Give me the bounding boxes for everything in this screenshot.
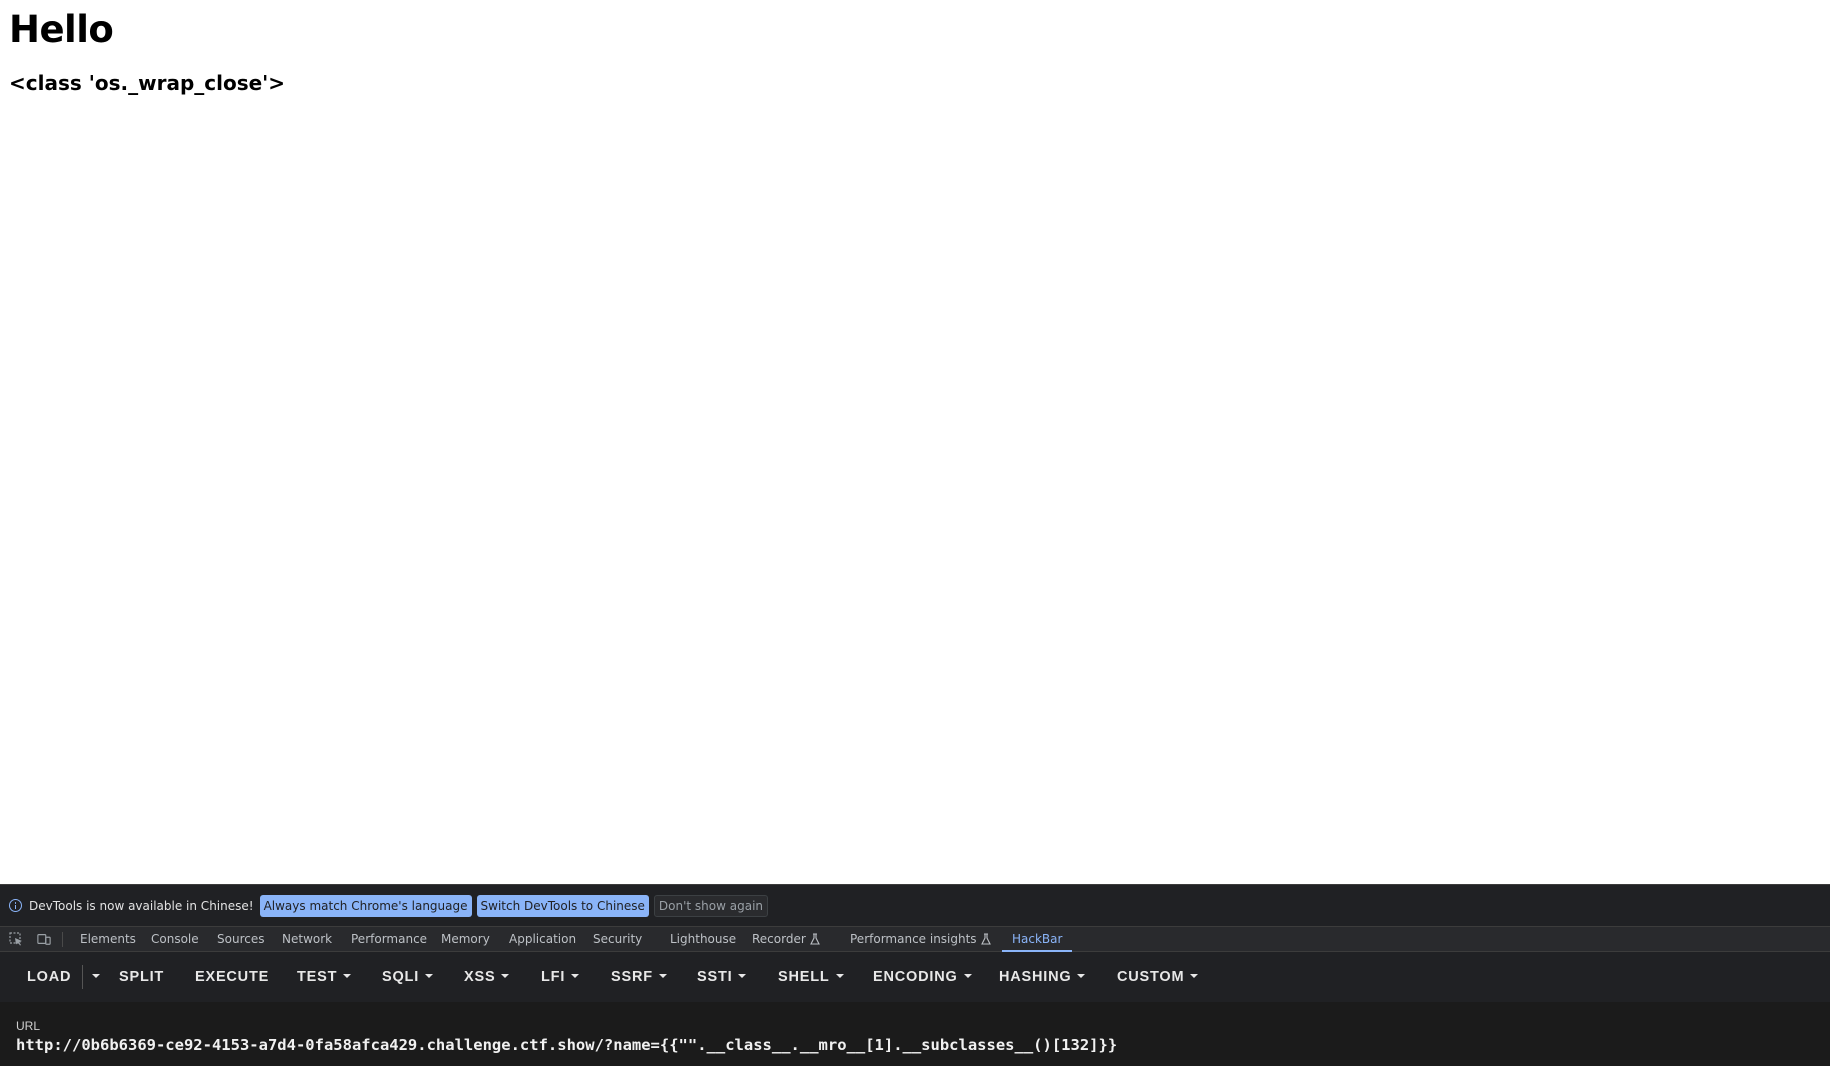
hashing-menu-button[interactable]: HASHING: [999, 952, 1086, 1002]
tab-recorder-label: Recorder: [752, 932, 806, 946]
xss-menu-button[interactable]: XSS: [464, 952, 510, 1002]
dont-show-again-button[interactable]: Don't show again: [653, 894, 769, 917]
ssrf-menu-label: SSRF: [611, 969, 653, 985]
tab-performance-insights-label: Performance insights: [850, 932, 977, 946]
shell-menu-button[interactable]: SHELL: [778, 952, 844, 1002]
chevron-down-icon: [501, 974, 510, 978]
execute-button[interactable]: EXECUTE: [195, 952, 269, 1002]
infobar-message: DevTools is now available in Chinese!: [29, 898, 254, 913]
device-toolbar-icon[interactable]: [37, 932, 51, 946]
inspect-element-icon[interactable]: [9, 932, 23, 946]
sqli-menu-button[interactable]: SQLI: [382, 952, 434, 1002]
sqli-menu-label: SQLI: [382, 969, 420, 985]
page-content: Hello <class 'os._wrap_close'>: [0, 0, 1830, 884]
devtools-panel: DevTools is now available in Chinese! Al…: [0, 884, 1830, 1066]
flask-icon: [980, 933, 991, 945]
tab-recorder[interactable]: Recorder: [752, 927, 820, 951]
xss-menu-label: XSS: [464, 969, 496, 985]
tab-application[interactable]: Application: [509, 927, 576, 951]
lfi-menu-label: LFI: [541, 969, 566, 985]
encoding-menu-label: ENCODING: [873, 969, 958, 985]
load-divider: [82, 965, 83, 989]
hackbar-toolbar: LOAD SPLIT EXECUTE TEST SQLI XSS LFI SSR…: [0, 952, 1830, 1002]
load-button[interactable]: LOAD: [27, 952, 71, 1002]
chevron-down-icon: [425, 974, 434, 978]
load-options-dropdown[interactable]: [86, 952, 100, 1002]
tab-lighthouse[interactable]: Lighthouse: [670, 927, 736, 951]
chevron-down-icon: [658, 974, 667, 978]
switch-to-chinese-button[interactable]: Switch DevTools to Chinese: [476, 894, 649, 917]
custom-menu-label: CUSTOM: [1117, 969, 1185, 985]
page-heading: Hello: [9, 8, 114, 51]
tab-sources[interactable]: Sources: [217, 927, 264, 951]
toolbar-divider: [62, 932, 63, 947]
language-infobar: DevTools is now available in Chinese! Al…: [0, 884, 1830, 926]
chevron-down-icon: [571, 974, 580, 978]
custom-menu-button[interactable]: CUSTOM: [1117, 952, 1199, 1002]
encoding-menu-button[interactable]: ENCODING: [873, 952, 972, 1002]
tab-console[interactable]: Console: [151, 927, 199, 951]
test-menu-label: TEST: [297, 969, 338, 985]
tab-memory[interactable]: Memory: [441, 927, 490, 951]
url-label: URL: [16, 1019, 41, 1033]
lfi-menu-button[interactable]: LFI: [541, 952, 580, 1002]
devtools-tab-strip: Elements Console Sources Network Perform…: [0, 926, 1830, 952]
tab-elements[interactable]: Elements: [80, 927, 136, 951]
url-area: URL http://0b6b6369-ce92-4153-a7d4-0fa58…: [0, 1002, 1830, 1066]
chevron-down-icon: [343, 974, 352, 978]
ssti-menu-label: SSTI: [697, 969, 733, 985]
chevron-down-icon: [1077, 974, 1086, 978]
always-match-language-button[interactable]: Always match Chrome's language: [259, 894, 472, 917]
shell-menu-label: SHELL: [778, 969, 830, 985]
chevron-down-icon: [92, 974, 100, 978]
tab-performance-insights[interactable]: Performance insights: [850, 927, 991, 951]
chevron-down-icon: [963, 974, 972, 978]
info-icon: [9, 899, 22, 912]
tab-security[interactable]: Security: [593, 927, 642, 951]
chevron-down-icon: [1190, 974, 1199, 978]
page-output-text: <class 'os._wrap_close'>: [9, 71, 286, 95]
split-button[interactable]: SPLIT: [119, 952, 164, 1002]
flask-icon: [809, 933, 820, 945]
test-menu-button[interactable]: TEST: [297, 952, 352, 1002]
tab-performance[interactable]: Performance: [351, 927, 427, 951]
ssti-menu-button[interactable]: SSTI: [697, 952, 747, 1002]
ssrf-menu-button[interactable]: SSRF: [611, 952, 667, 1002]
hashing-menu-label: HASHING: [999, 969, 1072, 985]
url-input[interactable]: http://0b6b6369-ce92-4153-a7d4-0fa58afca…: [16, 1036, 1117, 1054]
tab-network[interactable]: Network: [282, 927, 332, 951]
chevron-down-icon: [738, 974, 747, 978]
tab-hackbar[interactable]: HackBar: [1001, 927, 1074, 952]
chevron-down-icon: [835, 974, 844, 978]
